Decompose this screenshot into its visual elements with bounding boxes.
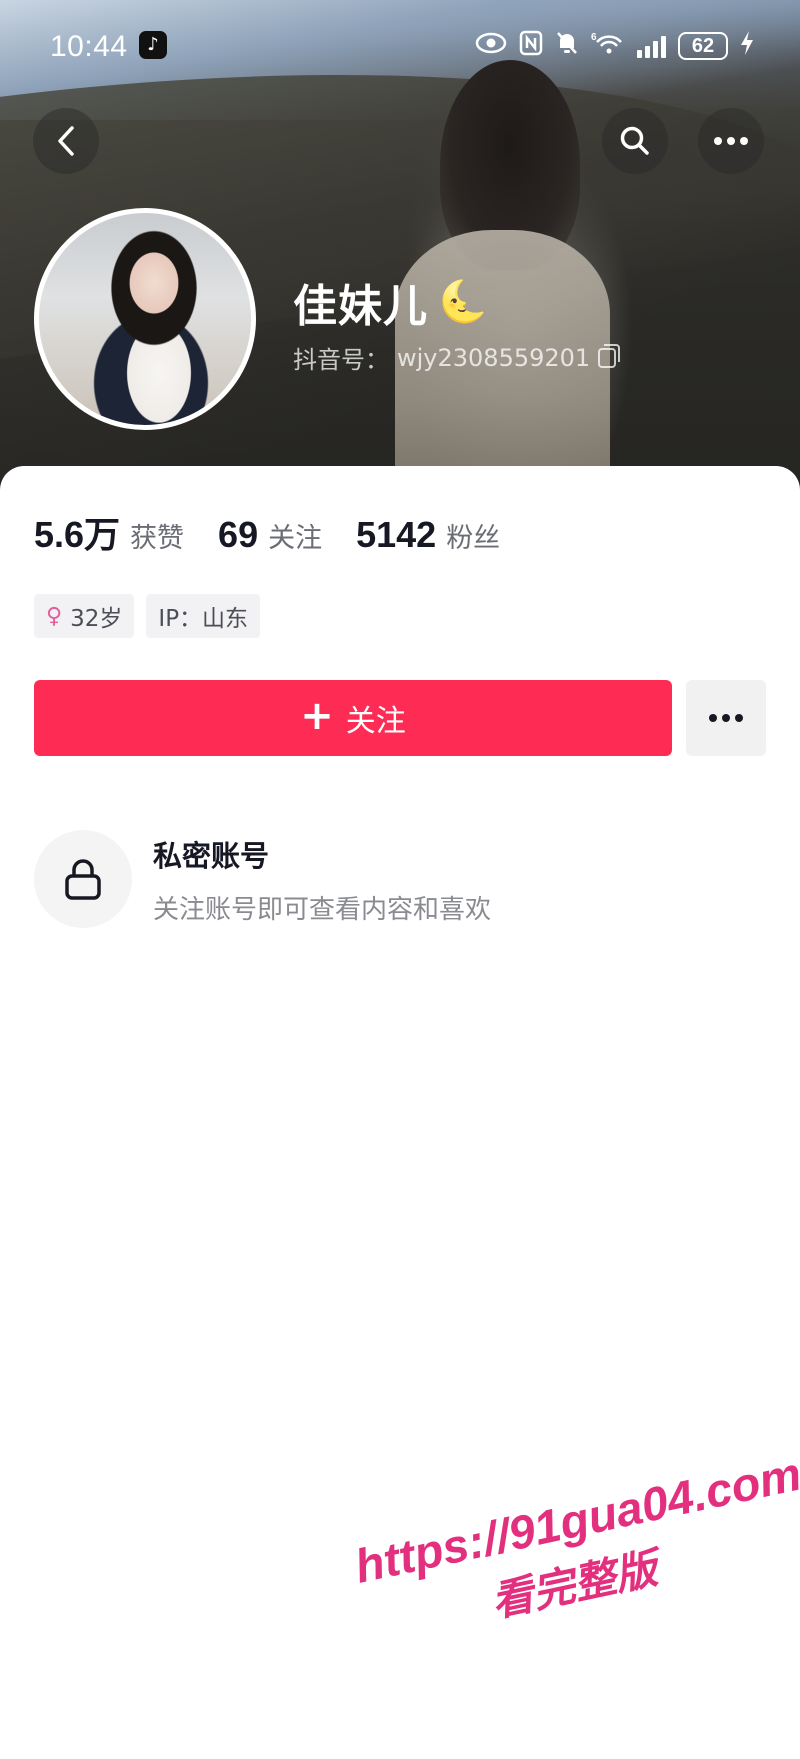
avatar[interactable] (34, 208, 256, 430)
lock-icon (65, 859, 101, 900)
stat-likes[interactable]: 5.6万 获赞 (34, 506, 184, 558)
copy-icon[interactable] (598, 343, 621, 368)
private-description: 关注账号即可查看内容和喜欢 (153, 894, 492, 925)
douyin-id-label: 抖音号： (293, 346, 389, 374)
ip-location-text: IP：山东 (158, 606, 249, 632)
douyin-id-value: wjy2308559201 (397, 343, 591, 372)
nfc-icon (519, 30, 543, 62)
profile-tags: ♀ 32岁 IP：山东 (34, 594, 261, 638)
mute-bell-icon (555, 30, 579, 62)
status-time: 10:44 (50, 30, 128, 63)
plus-icon: + (300, 693, 334, 739)
more-horizontal-icon (714, 137, 748, 145)
stat-likes-value: 5.6万 (34, 514, 121, 555)
chevron-left-icon (58, 126, 74, 156)
stat-likes-label: 获赞 (130, 523, 185, 554)
stat-followers-label: 粉丝 (446, 523, 501, 554)
lock-badge (34, 830, 132, 928)
cell-signal-icon (637, 34, 666, 58)
profile-stats: 5.6万 获赞 69 关注 5142 粉丝 (34, 506, 534, 558)
moon-emoji-icon: 🌜 (438, 279, 488, 325)
age-text: 32岁 (70, 606, 123, 632)
private-text: 私密账号 关注账号即可查看内容和喜欢 (153, 833, 491, 926)
status-bar: 10:44 ♪ 6 62 (0, 0, 800, 92)
douyin-id-row[interactable]: 抖音号： wjy2308559201 (293, 340, 621, 375)
wifi-icon: 6 (591, 30, 625, 62)
search-button[interactable] (602, 108, 668, 174)
charging-icon (740, 30, 754, 62)
eye-icon (475, 32, 507, 60)
svg-text:6: 6 (591, 32, 597, 43)
age-tag: ♀ 32岁 (34, 594, 135, 638)
female-icon: ♀ (46, 603, 63, 629)
stat-following-value: 69 (218, 514, 259, 555)
stat-following-label: 关注 (268, 523, 323, 554)
tiktok-notification-icon: ♪ (139, 31, 167, 59)
ip-location-tag: IP：山东 (146, 594, 261, 638)
follow-button[interactable]: + 关注 (34, 680, 672, 756)
back-button[interactable] (33, 108, 99, 174)
private-account-notice: 私密账号 关注账号即可查看内容和喜欢 (34, 830, 491, 928)
profile-name-row: 佳妹儿 🌜 (293, 270, 488, 334)
status-icons: 6 62 (475, 30, 754, 62)
stat-followers[interactable]: 5142 粉丝 (356, 514, 500, 556)
stat-following[interactable]: 69 关注 (218, 514, 322, 556)
battery-indicator: 62 (678, 32, 728, 60)
follow-label: 关注 (345, 704, 406, 739)
private-title: 私密账号 (153, 838, 270, 873)
profile-name: 佳妹儿 (293, 281, 428, 332)
stat-followers-value: 5142 (356, 514, 437, 555)
search-icon (620, 126, 649, 155)
profile-actions: + 关注 (34, 680, 766, 756)
more-horizontal-icon (709, 714, 743, 722)
more-options-button[interactable] (698, 108, 764, 174)
more-actions-button[interactable] (686, 680, 766, 756)
